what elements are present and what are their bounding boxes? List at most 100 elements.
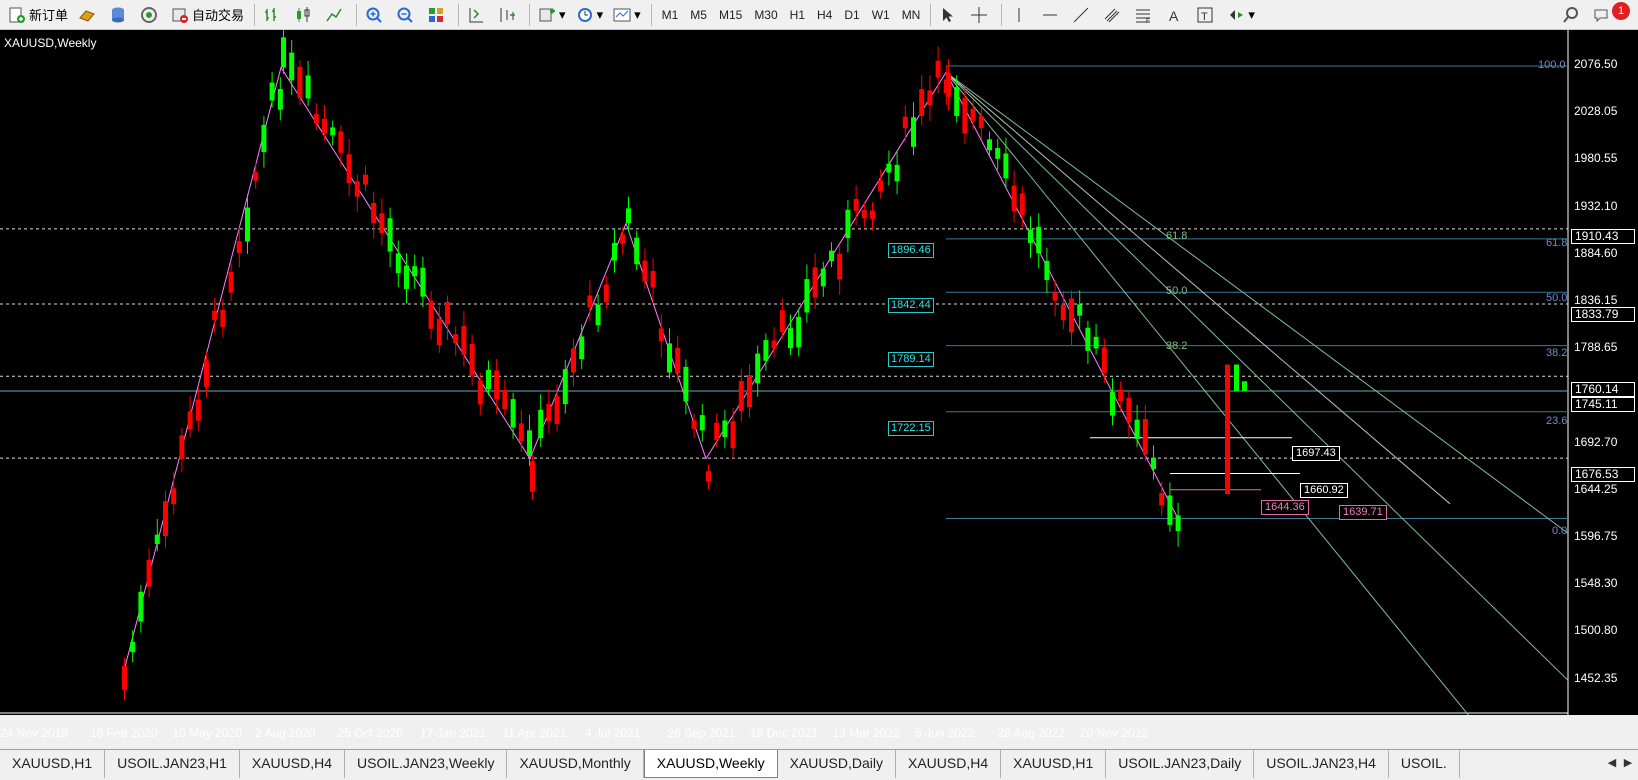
fib-level-box[interactable]: 1789.14 xyxy=(888,352,934,367)
candle-body xyxy=(730,421,736,449)
fib-right-label: 61.8 xyxy=(1546,237,1568,249)
timeframe-m15[interactable]: M15 xyxy=(713,8,748,22)
market-watch-button[interactable] xyxy=(74,2,103,28)
candle-body xyxy=(1142,419,1148,455)
new-order-button[interactable]: 新订单 xyxy=(4,2,72,28)
autoscroll-button[interactable] xyxy=(463,2,492,28)
timeframe-m1[interactable]: M1 xyxy=(656,8,685,22)
timeframe-mn[interactable]: MN xyxy=(896,8,927,22)
tab-xauusd-h4[interactable]: XAUUSD,H4 xyxy=(240,750,345,778)
timeframe-h4[interactable]: H4 xyxy=(811,8,838,22)
zoom-in-button[interactable] xyxy=(361,2,390,28)
search-button[interactable] xyxy=(1558,2,1587,28)
dropdown-arrow-icon: ▾ xyxy=(634,6,641,22)
candle-body xyxy=(691,420,697,429)
tab-scroll-right-icon[interactable]: ▶ xyxy=(1620,752,1636,774)
candle-body xyxy=(1110,392,1115,416)
templates-button[interactable]: ▾ xyxy=(609,2,645,28)
level-label-box[interactable]: 1697.43 xyxy=(1292,446,1340,461)
fib-level-box[interactable]: 1896.46 xyxy=(888,243,934,258)
candle-body xyxy=(530,461,535,492)
crosshair-button[interactable] xyxy=(966,2,995,28)
level-label-box[interactable]: 1644.36 xyxy=(1261,500,1309,515)
tab-xauusd-weekly[interactable]: XAUUSD,Weekly xyxy=(643,750,778,778)
indicator-add-icon xyxy=(539,8,556,21)
candle-body xyxy=(220,309,226,328)
indicators-button[interactable]: ▾ xyxy=(534,2,570,28)
candle-body xyxy=(587,295,593,308)
cursor-arrow-icon xyxy=(943,7,954,22)
timeframe-m5[interactable]: M5 xyxy=(684,8,713,22)
timeframe-m30[interactable]: M30 xyxy=(748,8,783,22)
zoom-out-button[interactable] xyxy=(392,2,421,28)
candle-body xyxy=(122,666,127,690)
fibonacci-button[interactable]: F xyxy=(1130,2,1159,28)
candle-body xyxy=(820,268,826,287)
chart-shift-button[interactable] xyxy=(494,2,523,28)
text-label-button[interactable]: T xyxy=(1192,2,1221,28)
level-label-box[interactable]: 1639.71 xyxy=(1339,505,1387,520)
candlestick-icon xyxy=(297,6,310,22)
tab-usoil-weekly[interactable]: USOIL.JAN23,Weekly xyxy=(345,750,508,778)
arrows-button[interactable]: ▾ xyxy=(1223,2,1259,28)
vertical-line-button[interactable] xyxy=(1006,2,1035,28)
cursor-button[interactable] xyxy=(935,2,964,28)
auto-trading-label: 自动交易 xyxy=(192,8,245,23)
horizontal-line-button[interactable] xyxy=(1037,2,1066,28)
timeframe-h1[interactable]: H1 xyxy=(784,8,811,22)
date-axis-label: 28 Aug 2022 xyxy=(997,726,1065,740)
candle-chart-button[interactable] xyxy=(290,2,319,28)
candle-body xyxy=(1003,153,1009,179)
crosshair-icon xyxy=(971,6,988,23)
svg-text:F: F xyxy=(1146,19,1150,24)
price-axis-label: 1980.55 xyxy=(1574,151,1618,166)
price-chart[interactable] xyxy=(0,30,1638,715)
tab-xauusd-h1[interactable]: XAUUSD,H1 xyxy=(0,750,106,778)
candle-body xyxy=(469,343,475,376)
candle-body xyxy=(305,75,311,99)
tile-windows-button[interactable] xyxy=(423,2,452,28)
candle-body xyxy=(453,334,459,344)
price-axis-label: 1548.30 xyxy=(1574,576,1618,591)
tab-usoil-daily[interactable]: USOIL.JAN23,Daily xyxy=(1106,750,1255,778)
timeframe-d1[interactable]: D1 xyxy=(838,8,865,22)
navigator-button[interactable] xyxy=(136,2,165,28)
tab-usoil-truncated[interactable]: USOIL. xyxy=(1389,750,1460,778)
candle-body xyxy=(699,415,705,431)
data-window-button[interactable] xyxy=(105,2,134,28)
tab-scroll-left-icon[interactable]: ◀ xyxy=(1604,752,1620,774)
price-axis-label: 1884.60 xyxy=(1574,245,1618,260)
auto-trading-button[interactable]: 自动交易 xyxy=(167,2,248,28)
price-axis-label: 1644.25 xyxy=(1574,481,1618,496)
trendline-button[interactable] xyxy=(1068,2,1097,28)
candle-body xyxy=(187,411,193,430)
level-label-box[interactable]: 1660.92 xyxy=(1300,483,1348,498)
timeframe-w1[interactable]: W1 xyxy=(866,8,896,22)
candle-body xyxy=(962,97,968,134)
candle-body xyxy=(179,435,185,459)
text-button[interactable]: A xyxy=(1161,2,1190,28)
tab-usoil-h4[interactable]: USOIL.JAN23,H4 xyxy=(1254,750,1389,778)
tab-xauusd-h1-2[interactable]: XAUUSD,H1 xyxy=(1001,750,1107,778)
line-chart-button[interactable] xyxy=(321,2,350,28)
candle-body xyxy=(579,336,585,360)
tab-xauusd-monthly[interactable]: XAUUSD,Monthly xyxy=(507,750,644,778)
new-order-label: 新订单 xyxy=(29,8,69,23)
tab-usoil-h1[interactable]: USOIL.JAN23,H1 xyxy=(105,750,240,778)
price-axis-label: 1788.65 xyxy=(1574,340,1618,355)
price-axis-label: 1692.70 xyxy=(1574,434,1618,449)
periods-button[interactable]: ▾ xyxy=(572,2,608,28)
svg-text:T: T xyxy=(1201,11,1208,23)
fib-level-box[interactable]: 1842.44 xyxy=(888,298,934,313)
fib-level-box[interactable]: 1722.15 xyxy=(888,421,934,436)
bar-chart-button[interactable] xyxy=(259,2,288,28)
horizontal-line-icon xyxy=(1043,14,1058,15)
tab-xauusd-daily[interactable]: XAUUSD,Daily xyxy=(778,750,896,778)
candle-body xyxy=(706,471,711,482)
bid-price-box: 1760.14 xyxy=(1571,382,1635,397)
candle-body xyxy=(1225,364,1230,495)
fib-fan-label: 61.8 xyxy=(1166,230,1188,242)
tab-xauusd-h4-2[interactable]: XAUUSD,H4 xyxy=(896,750,1002,778)
candle-body xyxy=(714,422,720,440)
channel-button[interactable] xyxy=(1099,2,1128,28)
